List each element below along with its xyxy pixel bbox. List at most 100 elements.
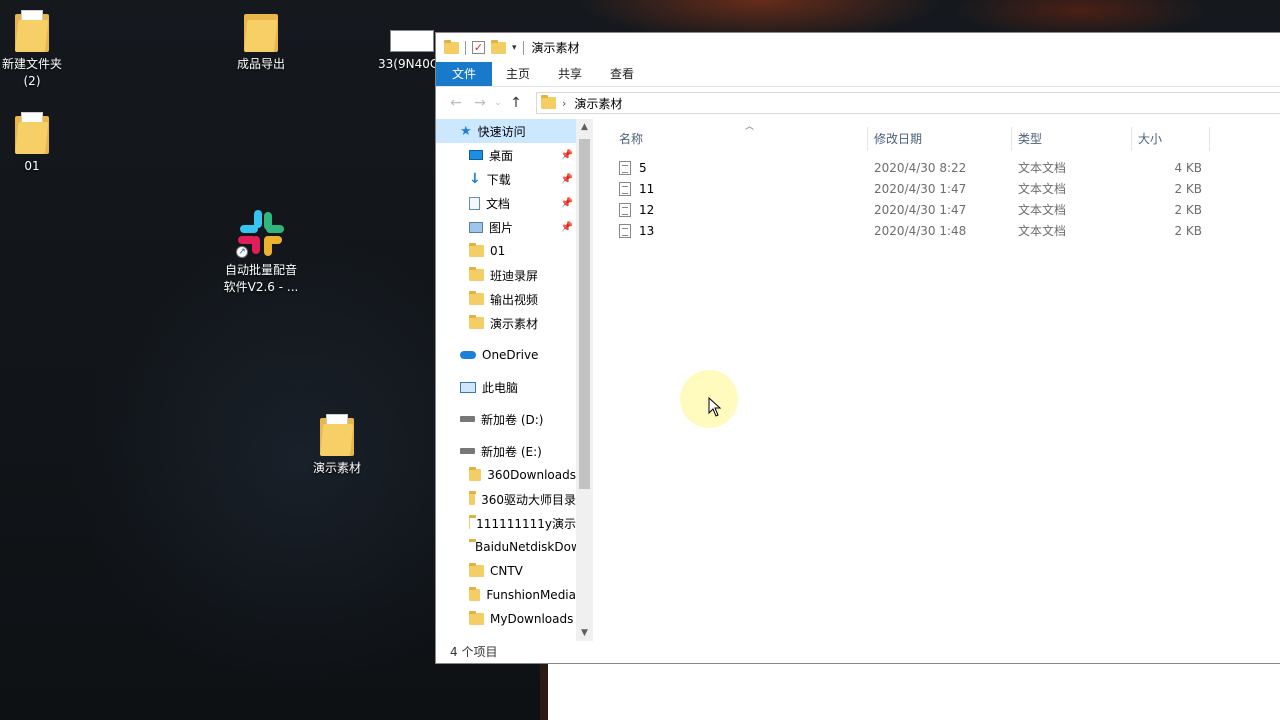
nav-drive-e[interactable]: 新加卷 (E:) — [436, 439, 576, 463]
file-date: 2020/4/30 1:48 — [874, 223, 967, 238]
computer-icon — [460, 381, 476, 393]
column-size[interactable]: 大小 — [1132, 127, 1210, 151]
slack-shortcut-icon: ↗ — [236, 208, 286, 258]
nav-folder-baidunetdisk[interactable]: BaiduNetdiskDownload — [436, 535, 593, 559]
folder-icon — [320, 414, 354, 456]
nav-this-pc[interactable]: 此电脑 — [436, 375, 576, 399]
folder-icon — [444, 39, 459, 54]
ribbon-tabs: 文件 主页 共享 查看 — [436, 62, 1280, 87]
nav-label: 360驱动大师目录 — [481, 492, 576, 507]
explorer-body: ★ 快速访问 桌面 📌 ↓ 下载 📌 文档 📌 图片 📌 01 班迪录屏 输出视… — [436, 119, 1280, 641]
nav-label: MyDownloads — [490, 612, 574, 626]
desktop-icon-demo-material[interactable]: 演示素材 — [297, 414, 377, 477]
window-title: 演示素材 — [531, 41, 580, 55]
recent-locations-icon[interactable]: ⌄ — [492, 98, 504, 108]
pin-icon[interactable]: 📌 — [561, 222, 573, 233]
nav-label: 新加卷 (E:) — [481, 444, 542, 459]
desktop-icon — [469, 150, 483, 160]
tab-view[interactable]: 查看 — [596, 62, 648, 86]
nav-folder-01[interactable]: 01 — [436, 239, 576, 263]
folder-icon — [541, 95, 556, 109]
file-type: 文本文档 — [1018, 223, 1067, 238]
nav-desktop[interactable]: 桌面 📌 — [436, 143, 576, 167]
nav-scrollbar[interactable]: ▲ ▼ — [576, 119, 593, 641]
customize-toolbar-icon[interactable]: ▾ — [512, 43, 517, 53]
nav-folder-output-video[interactable]: 输出视频 — [436, 287, 576, 311]
desktop-icon-dubbing-software[interactable]: ↗ 自动批量配音 软件V2.6 - ... — [221, 208, 301, 296]
file-size: 2 KB — [1174, 223, 1202, 238]
pin-icon[interactable]: 📌 — [561, 150, 573, 161]
desktop-icon-label: 演示素材 — [312, 461, 361, 475]
folder-icon — [469, 291, 484, 305]
nav-label: 文档 — [486, 196, 511, 211]
nav-downloads[interactable]: ↓ 下载 📌 — [436, 167, 576, 191]
up-icon[interactable]: ↑ — [504, 95, 528, 111]
background-window — [540, 664, 1280, 720]
drive-icon — [460, 416, 475, 422]
text-file-icon — [619, 160, 631, 175]
column-date[interactable]: 修改日期 — [868, 127, 1012, 151]
desktop-icon-export[interactable]: 成品导出 — [221, 10, 301, 73]
folder-icon — [244, 10, 278, 52]
chevron-right-icon[interactable]: › — [562, 97, 566, 110]
file-row[interactable]: 11 2020/4/30 1:47 文本文档 2 KB — [613, 178, 1280, 199]
tab-share[interactable]: 共享 — [544, 62, 596, 86]
folder-icon — [469, 267, 484, 281]
desktop-icon-label: 新建文件夹 (2) — [1, 57, 62, 88]
tab-file[interactable]: 文件 — [436, 62, 493, 86]
cloud-icon — [460, 351, 476, 359]
nav-folder-bandicam[interactable]: 班迪录屏 — [436, 263, 576, 287]
desktop-icon-label: 自动批量配音 软件V2.6 - ... — [223, 263, 299, 294]
nav-pictures[interactable]: 图片 📌 — [436, 215, 576, 239]
column-name[interactable]: 名称 — [613, 127, 868, 151]
address-row: ← → ⌄ ↑ › 演示素材 — [436, 87, 1280, 119]
desktop-icon-label: 33(9N40C — [378, 57, 438, 71]
nav-label: 新加卷 (D:) — [481, 412, 544, 427]
desktop-icon-label: 01 — [24, 159, 40, 173]
nav-folder-demo-material[interactable]: 演示素材 — [436, 311, 576, 335]
file-explorer-window: ✓ ▾ 演示素材 文件 主页 共享 查看 ← → ⌄ ↑ › 演示素材 ★ 快速… — [435, 32, 1280, 664]
nav-drive-d[interactable]: 新加卷 (D:) — [436, 407, 576, 431]
desktop-icon-new-folder-2[interactable]: 新建文件夹 (2) — [0, 10, 72, 90]
scroll-down-icon[interactable]: ▼ — [576, 625, 593, 641]
nav-folder-111111111y[interactable]: 111111111y演示 — [436, 511, 576, 535]
forward-icon[interactable]: → — [468, 95, 492, 111]
file-row[interactable]: 5 2020/4/30 8:22 文本文档 4 KB — [613, 157, 1280, 178]
sort-ascending-icon: ︿ — [745, 122, 755, 132]
nav-label: 输出视频 — [490, 292, 539, 307]
nav-quick-access[interactable]: ★ 快速访问 — [436, 119, 576, 143]
nav-folder-cntv[interactable]: CNTV — [436, 559, 576, 583]
address-bar[interactable]: › 演示素材 — [536, 92, 1280, 114]
title-bar: ✓ ▾ 演示素材 — [436, 33, 1280, 62]
nav-documents[interactable]: 文档 📌 — [436, 191, 576, 215]
nav-folder-360driver[interactable]: 360驱动大师目录 — [436, 487, 576, 511]
folder-icon — [469, 315, 484, 329]
new-folder-icon[interactable] — [491, 39, 506, 54]
nav-label: CNTV — [490, 564, 523, 578]
folder-icon — [469, 563, 484, 577]
nav-folder-funshion[interactable]: FunshionMedia — [436, 583, 576, 607]
properties-icon[interactable]: ✓ — [472, 41, 485, 54]
download-icon: ↓ — [469, 171, 481, 187]
nav-label: 01 — [490, 244, 506, 258]
scroll-up-icon[interactable]: ▲ — [576, 119, 593, 135]
desktop-icon-image-file[interactable]: 33(9N40C — [374, 30, 438, 73]
column-type[interactable]: 类型 — [1012, 127, 1132, 151]
pin-icon[interactable]: 📌 — [561, 174, 573, 185]
nav-label: FunshionMedia — [486, 588, 576, 602]
file-row[interactable]: 13 2020/4/30 1:48 文本文档 2 KB — [613, 220, 1280, 241]
nav-folder-mydownloads[interactable]: MyDownloads — [436, 607, 576, 631]
tab-home[interactable]: 主页 — [492, 62, 544, 86]
desktop-icon-01[interactable]: 01 — [0, 112, 72, 175]
file-row[interactable]: 12 2020/4/30 1:47 文本文档 2 KB — [613, 199, 1280, 220]
folder-icon — [15, 10, 49, 52]
nav-folder-360downloads[interactable]: 360Downloads — [436, 463, 576, 487]
pin-icon[interactable]: 📌 — [561, 198, 573, 209]
scrollbar-thumb[interactable] — [579, 139, 590, 489]
nav-onedrive[interactable]: OneDrive — [436, 343, 576, 367]
nav-label: 快速访问 — [477, 124, 526, 139]
nav-label: 此电脑 — [482, 380, 519, 395]
back-icon[interactable]: ← — [444, 95, 468, 111]
nav-label: 演示素材 — [490, 316, 539, 331]
navigation-pane: ★ 快速访问 桌面 📌 ↓ 下载 📌 文档 📌 图片 📌 01 班迪录屏 输出视… — [436, 119, 593, 641]
